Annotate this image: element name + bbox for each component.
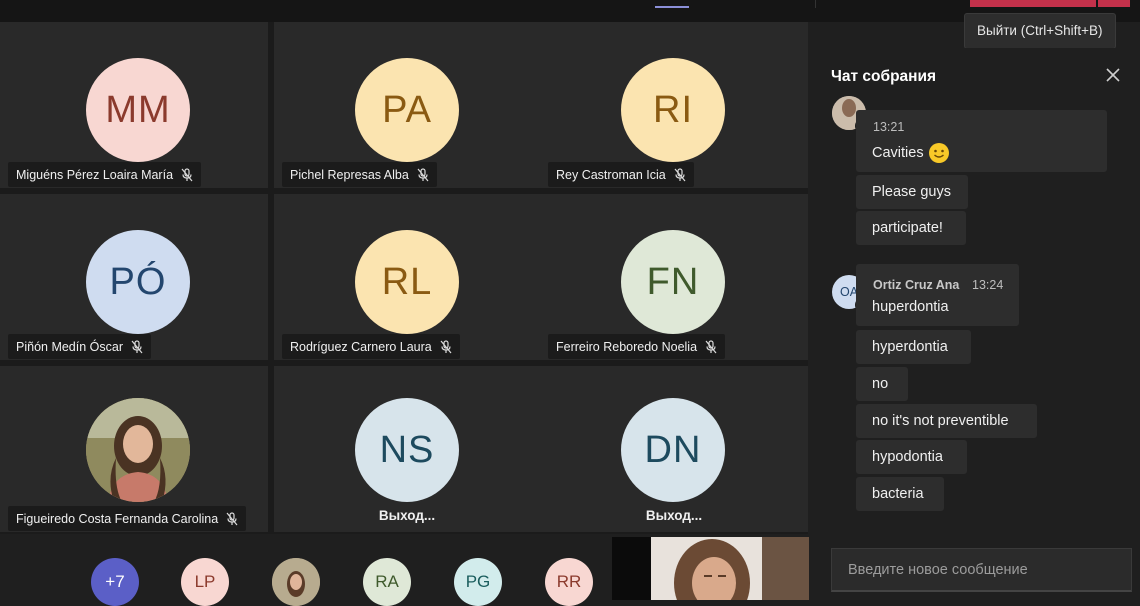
- mic-muted-icon: [131, 339, 143, 353]
- leave-options-button[interactable]: [1098, 0, 1130, 7]
- message-text: hyperdontia: [872, 339, 948, 355]
- participant-name: Rey Castroman Icia: [556, 167, 666, 182]
- participant-tile[interactable]: FN Ferreiro Reboredo Noelia: [540, 194, 808, 360]
- message-time: 13:21: [873, 120, 905, 134]
- chat-message[interactable]: bacteria: [856, 477, 944, 511]
- message-text: bacteria: [872, 486, 924, 502]
- participant-tile[interactable]: RI Rey Castroman Icia: [540, 22, 808, 188]
- participant-avatar: NS: [355, 398, 459, 502]
- participant-avatar: PÓ: [86, 230, 190, 334]
- participant-name-chip: Piñón Medín Óscar: [8, 334, 151, 359]
- participant-name: Rodríguez Carnero Laura: [290, 339, 432, 354]
- mic-muted-icon: [417, 167, 429, 181]
- participant-tile[interactable]: NS Выход...: [274, 366, 542, 532]
- participant-name-chip: Rodríguez Carnero Laura: [282, 334, 460, 359]
- chat-message[interactable]: hyperdontia: [856, 330, 971, 364]
- chat-message[interactable]: participate!: [856, 211, 966, 245]
- roster-avatar[interactable]: PG: [454, 558, 502, 606]
- smile-emoji-icon: [928, 143, 949, 163]
- mic-muted-icon: [181, 167, 193, 181]
- participant-tile[interactable]: RL Rodríguez Carnero Laura: [274, 194, 542, 360]
- person-photo-icon: [272, 558, 320, 606]
- participant-tile[interactable]: MM Miguéns Pérez Loaira María: [0, 22, 268, 188]
- participant-name-chip: Figueiredo Costa Fernanda Carolina: [8, 506, 247, 531]
- person-photo-icon: [86, 398, 190, 502]
- chat-message[interactable]: 13:21 Cavities: [856, 110, 1107, 172]
- chat-message[interactable]: no: [856, 367, 908, 401]
- participant-name: Pichel Represas Alba: [290, 167, 409, 182]
- participant-name: Figueiredo Costa Fernanda Carolina: [16, 511, 219, 526]
- participant-photo-avatar: [86, 398, 190, 502]
- chat-title: Чат собрания: [831, 68, 937, 85]
- roster-avatar[interactable]: RR: [545, 558, 593, 606]
- roster-photo-avatar[interactable]: [272, 558, 320, 606]
- roster-avatar[interactable]: RA: [363, 558, 411, 606]
- participant-avatar: FN: [621, 230, 725, 334]
- leave-button[interactable]: [970, 0, 1096, 7]
- participant-name-chip: Pichel Represas Alba: [282, 162, 437, 187]
- mic-muted-icon: [674, 167, 686, 181]
- participant-strip: +7 LP RA PG RR: [0, 534, 612, 606]
- self-video-feed: [612, 537, 809, 600]
- chat-message[interactable]: hypodontia: [856, 440, 967, 474]
- message-text: huperdontia: [872, 299, 949, 315]
- message-text: Cavities: [872, 145, 924, 161]
- more-participants-button[interactable]: +7: [91, 558, 139, 606]
- message-time: 13:24: [972, 278, 1004, 292]
- participant-tile[interactable]: DN Выход...: [540, 366, 808, 532]
- chat-message[interactable]: Ortiz Cruz Ana 13:24 huperdontia: [856, 264, 1019, 326]
- participant-avatar: RI: [621, 58, 725, 162]
- participant-name: Piñón Medín Óscar: [16, 339, 123, 354]
- toolbar-divider: [815, 0, 816, 8]
- message-text: participate!: [872, 220, 943, 236]
- participant-name: Ferreiro Reboredo Noelia: [556, 339, 698, 354]
- roster-avatar[interactable]: LP: [181, 558, 229, 606]
- leave-tooltip: Выйти (Ctrl+Shift+B): [964, 13, 1116, 49]
- participant-avatar: RL: [355, 230, 459, 334]
- participant-tile[interactable]: PA Pichel Represas Alba: [274, 22, 542, 188]
- participant-avatar: PA: [355, 58, 459, 162]
- message-text: hypodontia: [872, 449, 943, 465]
- participant-tile[interactable]: Figueiredo Costa Fernanda Carolina: [0, 366, 268, 532]
- mic-muted-icon: [705, 339, 717, 353]
- chat-message[interactable]: no it's not preventible: [856, 404, 1037, 438]
- participant-name-chip: Rey Castroman Icia: [548, 162, 694, 187]
- active-tab-indicator: [655, 6, 689, 8]
- participant-name-chip: Ferreiro Reboredo Noelia: [548, 334, 726, 359]
- participant-name: Miguéns Pérez Loaira María: [16, 167, 174, 182]
- chat-message-input[interactable]: [831, 548, 1132, 592]
- mic-muted-icon: [226, 511, 238, 525]
- participant-avatar: DN: [621, 398, 725, 502]
- participant-tile[interactable]: PÓ Piñón Medín Óscar: [0, 194, 268, 360]
- video-stage: MM Miguéns Pérez Loaira María PA Pichel …: [0, 22, 808, 534]
- message-text: no: [872, 376, 889, 392]
- meeting-chat-panel: Чат собрания 13:21 Cavities Please guys …: [815, 48, 1140, 600]
- mic-muted-icon: [440, 339, 452, 353]
- chat-message[interactable]: Please guys: [856, 175, 968, 209]
- self-video-preview[interactable]: [612, 537, 809, 600]
- close-icon[interactable]: [1103, 65, 1123, 85]
- message-author: Ortiz Cruz Ana: [873, 278, 960, 292]
- participant-status: Выход...: [645, 508, 703, 523]
- participant-name-chip: Miguéns Pérez Loaira María: [8, 162, 202, 187]
- participant-status: Выход...: [378, 508, 436, 523]
- participant-avatar: MM: [86, 58, 190, 162]
- message-text: no it's not preventible: [872, 413, 1009, 429]
- message-text: Please guys: [872, 184, 951, 200]
